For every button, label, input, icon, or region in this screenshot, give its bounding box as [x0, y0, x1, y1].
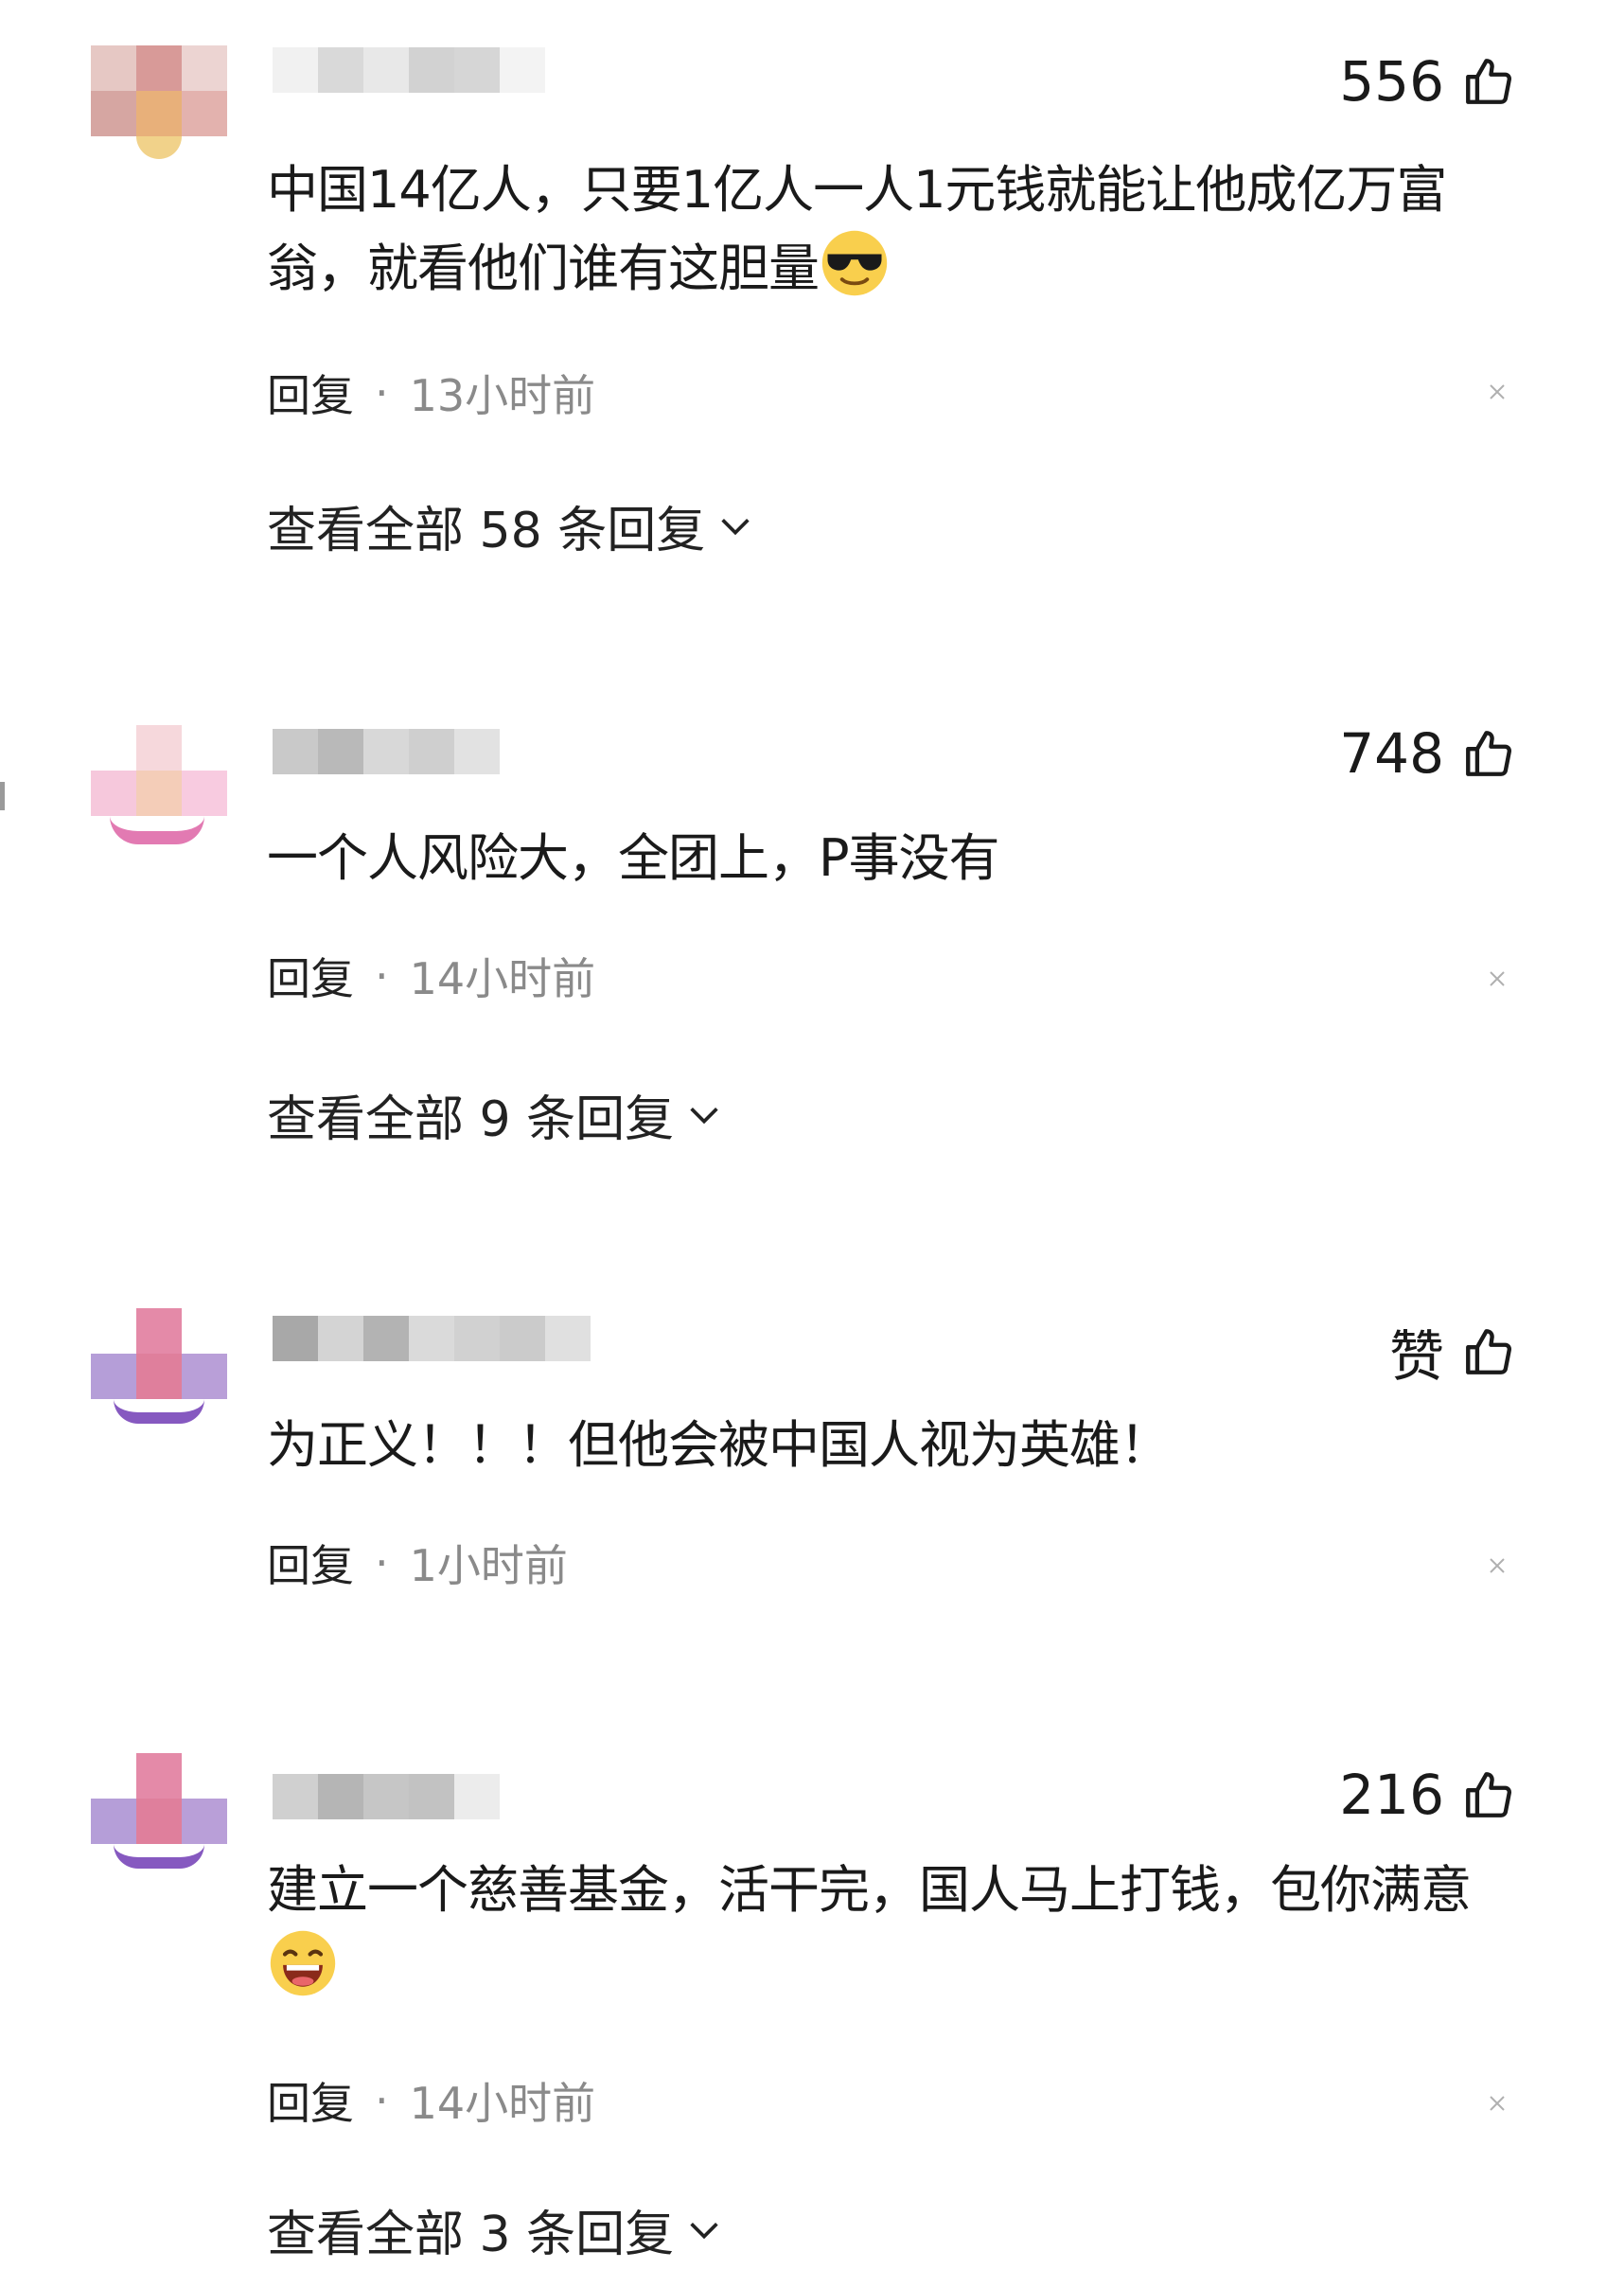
comment-text: 中国14亿人，只要1亿人一人1元钱就能让他成亿万富翁，就看他们谁有这胆量 [267, 160, 1447, 298]
comment-3: 赞 为正义！！！但他会被中国人视为英雄！ 回复 · 1小时前 [0, 1250, 1624, 1704]
chevron-down-icon [721, 518, 750, 535]
username-blurred[interactable] [273, 47, 545, 93]
username-blurred[interactable] [273, 1774, 500, 1819]
view-replies-button[interactable]: 查看全部 9 条回复 [267, 1079, 723, 1150]
thumbs-up-icon [1466, 59, 1511, 104]
like-button[interactable]: 556 [1339, 49, 1516, 114]
timestamp: 1小时前 [409, 1540, 568, 1591]
comment-text: 建立一个慈善基金，活干完，国人马上打钱，包你满意 [267, 1853, 1526, 2006]
timestamp: 13小时前 [409, 370, 596, 421]
close-icon[interactable] [1486, 1554, 1509, 1577]
view-replies-button[interactable]: 查看全部 3 条回复 [267, 2194, 723, 2265]
like-count: 748 [1339, 721, 1444, 786]
avatar[interactable] [91, 1308, 227, 1445]
comment-1: 556 中国14亿人，只要1亿人一人1元钱就能让他成亿万富翁，就看他们谁有这胆量… [0, 0, 1624, 663]
close-icon[interactable] [1486, 967, 1509, 990]
comment-meta: 回复 · 14小时前 [267, 2069, 595, 2132]
reply-link[interactable]: 回复 [267, 2069, 354, 2132]
chevron-down-icon [690, 2222, 718, 2239]
reply-link[interactable]: 回复 [267, 1532, 354, 1594]
thumbs-up-icon [1466, 731, 1511, 776]
comment-meta: 回复 · 14小时前 [267, 945, 595, 1007]
comment-meta: 回复 · 1小时前 [267, 1532, 568, 1594]
comment-4: 216 建立一个慈善基金，活干完，国人马上打钱，包你满意 回复 · 14小时前 … [0, 1704, 1624, 2287]
comment-text: 一个人风险大，全团上，P事没有 [267, 828, 1000, 888]
comment-2: 748 一个人风险大，全团上，P事没有 回复 · 14小时前 查看全部 9 条回… [0, 663, 1624, 1250]
like-count: 赞 [1388, 1324, 1444, 1389]
like-count: 216 [1339, 1763, 1444, 1827]
separator-dot: · [375, 1537, 389, 1588]
like-button[interactable]: 赞 [1389, 1312, 1516, 1392]
separator-dot: · [375, 2075, 389, 2126]
view-replies-label: 查看全部 3 条回复 [267, 2207, 675, 2263]
view-replies-button[interactable]: 查看全部 58 条回复 [267, 490, 754, 561]
comment-text: 为正义！！！但他会被中国人视为英雄！ [267, 1415, 1171, 1475]
reply-link[interactable]: 回复 [267, 945, 354, 1007]
close-icon[interactable] [1486, 381, 1509, 403]
username-blurred[interactable] [273, 729, 500, 774]
like-button[interactable]: 748 [1339, 721, 1516, 786]
separator-dot: · [375, 367, 389, 418]
like-count: 556 [1339, 49, 1444, 114]
username-blurred[interactable] [273, 1316, 591, 1361]
like-button[interactable]: 216 [1339, 1763, 1516, 1827]
avatar[interactable] [91, 725, 227, 861]
separator-dot: · [375, 950, 389, 1002]
timestamp: 14小时前 [409, 953, 596, 1004]
view-replies-label: 查看全部 58 条回复 [267, 503, 706, 559]
thumbs-up-icon [1466, 1772, 1511, 1817]
comment-meta: 回复 · 13小时前 [267, 362, 595, 424]
reply-link[interactable]: 回复 [267, 362, 354, 424]
sunglasses-emoji-icon [821, 230, 888, 296]
close-icon[interactable] [1486, 2092, 1509, 2115]
view-replies-label: 查看全部 9 条回复 [267, 1091, 675, 1148]
chevron-down-icon [690, 1107, 718, 1124]
timestamp: 14小时前 [409, 2078, 596, 2129]
thumbs-up-icon [1466, 1329, 1511, 1374]
avatar[interactable] [91, 45, 227, 182]
avatar[interactable] [91, 1753, 227, 1889]
laughing-emoji-icon [270, 1930, 336, 1996]
